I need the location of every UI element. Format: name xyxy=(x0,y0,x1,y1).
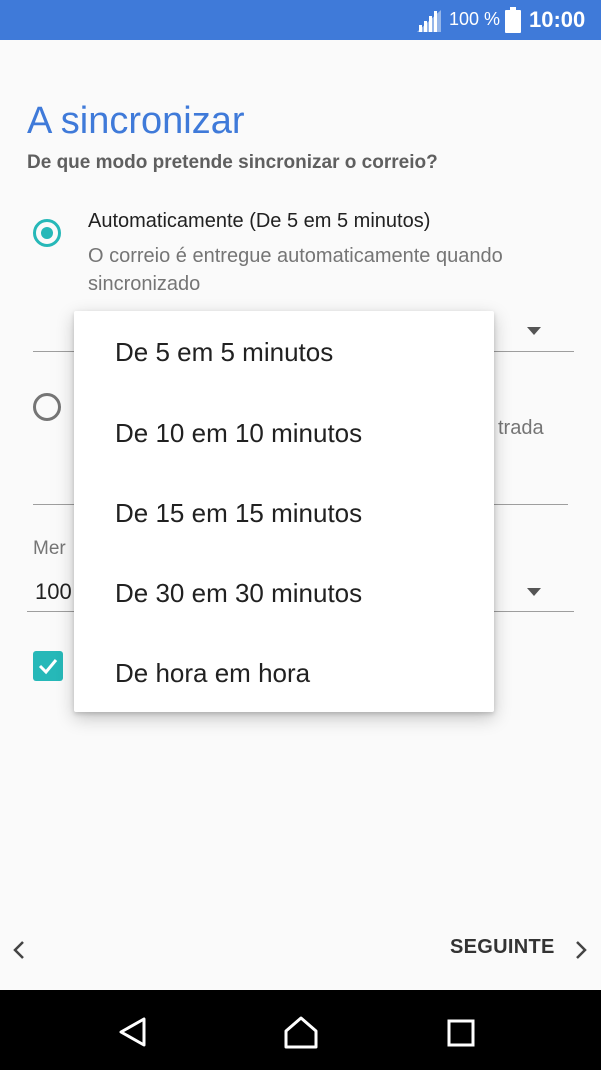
chevron-right-icon[interactable] xyxy=(572,938,590,962)
page-title: A sincronizar xyxy=(27,100,245,142)
dropdown-option-hourly[interactable]: De hora em hora xyxy=(74,633,494,713)
nav-back-icon[interactable] xyxy=(116,1015,150,1049)
battery-percent: 100 % xyxy=(449,9,501,29)
messages-field-value[interactable]: 100 xyxy=(35,579,72,605)
battery-icon xyxy=(505,7,521,33)
clock: 10:00 xyxy=(529,7,586,32)
next-button[interactable]: SEGUINTE xyxy=(450,936,555,966)
messages-dropdown-icon[interactable] xyxy=(527,588,541,596)
option-checkbox[interactable] xyxy=(33,651,63,681)
dropdown-option-5-min[interactable]: De 5 em 5 minutos xyxy=(74,311,494,393)
frequency-dropdown-menu: De 5 em 5 minutos De 10 em 10 minutos De… xyxy=(74,311,494,712)
checkmark-icon xyxy=(38,659,58,675)
radio-manual[interactable] xyxy=(33,393,61,421)
nav-recents-icon[interactable] xyxy=(446,1018,476,1048)
option-automatic-label: Automaticamente (De 5 em 5 minutos) xyxy=(88,210,431,232)
option-automatic-description: O correio é entregue automaticamente qua… xyxy=(88,245,503,295)
nav-home-icon[interactable] xyxy=(283,1014,319,1050)
status-bar: 100 % 10:00 xyxy=(0,0,601,40)
dropdown-option-15-min[interactable]: De 15 em 15 minutos xyxy=(74,473,494,553)
messages-field-label: Mer xyxy=(33,538,66,559)
dropdown-option-30-min[interactable]: De 30 em 30 minutos xyxy=(74,553,494,633)
navigation-bar xyxy=(0,990,601,1070)
option-manual-description: trada xyxy=(498,417,544,439)
frequency-dropdown-icon[interactable] xyxy=(527,327,541,335)
chevron-left-icon[interactable] xyxy=(10,938,28,962)
signal-icon xyxy=(417,10,441,32)
page-subtitle: De que modo pretende sincronizar o corre… xyxy=(27,152,438,173)
radio-automatic[interactable] xyxy=(33,219,61,247)
dropdown-option-10-min[interactable]: De 10 em 10 minutos xyxy=(74,393,494,473)
